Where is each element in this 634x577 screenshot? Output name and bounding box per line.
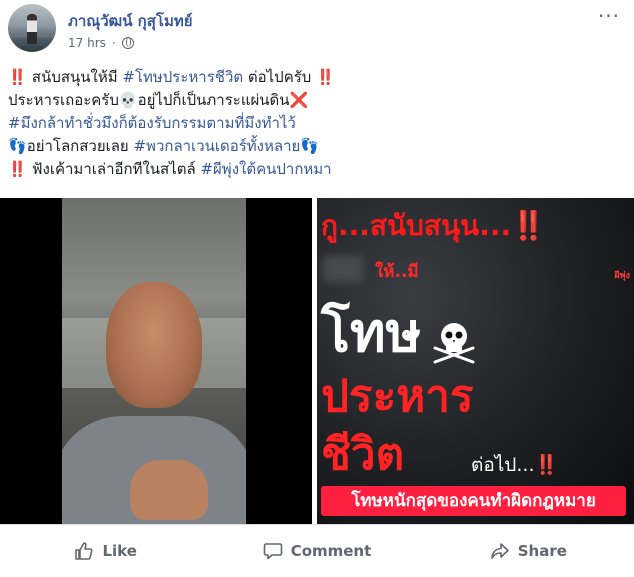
poster-line-3: โทษ — [321, 301, 422, 364]
share-arrow-icon — [490, 543, 509, 559]
skull-crossbones-icon — [433, 323, 475, 364]
post-line-text: อย่าโลกสวยเลย — [26, 137, 134, 155]
author-avatar[interactable] — [8, 4, 56, 52]
thumbs-up-icon — [75, 542, 93, 560]
post-media: กู...สนับสนุน...‼️ ให้..มี ผีพุ่ง โทษ ปร… — [0, 198, 634, 524]
post-timestamp[interactable]: 17 hrs — [68, 36, 106, 50]
poster-line-1-text: กู...สนับสนุน... — [321, 209, 512, 242]
meta-separator: · — [111, 36, 116, 50]
post-meta: 17 hrs · — [68, 36, 134, 50]
post-line-text: ประหารเถอะครับ💀อยู่ไปก็เป็นภาระแผ่นดิน❌ — [8, 91, 309, 109]
video-scene — [62, 198, 246, 524]
poster-line-6-text: ต่อไป... — [471, 454, 535, 476]
post-actions: Like Comment Share — [0, 524, 634, 577]
post-line-5: ‼️ ฟังเค้ามาเล่าอีกทีในสไตล์ #ผีพุ่งใต้ค… — [8, 158, 608, 181]
post-line-suffix: ต่อไปครับ ‼️ — [243, 68, 335, 86]
comment-icon — [263, 543, 282, 560]
footprints-icon: 👣 — [8, 137, 27, 155]
blurred-region — [323, 256, 363, 282]
person-hand — [130, 460, 208, 520]
like-button[interactable]: Like — [0, 525, 211, 577]
double-exclamation-icon: ‼️ — [511, 209, 547, 242]
post-line-2: ประหารเถอะครับ💀อยู่ไปก็เป็นภาระแผ่นดิน❌ — [8, 89, 608, 112]
hashtag-link[interactable]: #มึงกล้าทำชั่วมึงก็ต้องรับกรรมตามที่มึงท… — [8, 114, 296, 132]
post-line-text: ฟังเค้ามาเล่าอีกทีในสไตล์ — [31, 160, 201, 178]
poster-banner: โทษหนักสุดของคนทำผิดกฎหมาย — [321, 486, 626, 516]
post-line-text: สนับสนุนให้มี — [31, 68, 123, 86]
double-exclamation-icon: ‼️ — [534, 454, 559, 476]
post-line-1: ‼️ สนับสนุนให้มี #โทษประหารชีวิต ต่อไปคร… — [8, 66, 608, 89]
comment-button[interactable]: Comment — [211, 525, 422, 577]
double-exclamation-icon: ‼️ — [8, 160, 32, 178]
facebook-post: ภาณุวัฒน์ กุสุโมทย์ 17 hrs · ··· ‼️ สนับ… — [0, 0, 634, 577]
poster-line-4: ประหาร — [321, 371, 474, 422]
poster-corner-label: ผีพุ่ง — [614, 271, 630, 281]
comment-label: Comment — [290, 542, 372, 560]
hashtag-link[interactable]: #ผีพุ่งใต้คนปากหมา — [200, 160, 331, 178]
author-name[interactable]: ภาณุวัฒน์ กุสุโมทย์ — [68, 9, 193, 33]
person-head — [106, 282, 202, 408]
footprints-icon: 👣 — [300, 137, 319, 155]
hashtag-link[interactable]: #พวกลาเวนเดอร์ทั้งหลาย — [133, 137, 300, 155]
hashtag-link[interactable]: #โทษประหารชีวิต — [122, 68, 243, 86]
more-options-icon[interactable]: ··· — [598, 6, 620, 26]
post-text: ‼️ สนับสนุนให้มี #โทษประหารชีวิต ต่อไปคร… — [8, 66, 608, 181]
video-thumbnail[interactable] — [0, 198, 312, 524]
share-button[interactable]: Share — [423, 525, 634, 577]
avatar-figure — [27, 14, 37, 44]
poster-image[interactable]: กู...สนับสนุน...‼️ ให้..มี ผีพุ่ง โทษ ปร… — [317, 198, 634, 524]
post-line-4: 👣อย่าโลกสวยเลย #พวกลาเวนเดอร์ทั้งหลาย👣 — [8, 135, 608, 158]
double-exclamation-icon: ‼️ — [8, 68, 32, 86]
poster-line-1: กู...สนับสนุน...‼️ — [321, 204, 546, 248]
share-label: Share — [517, 542, 567, 560]
like-label: Like — [102, 542, 137, 560]
poster-line-5: ชีวิต — [321, 429, 405, 480]
poster-line-2: ให้..มี — [375, 262, 419, 282]
globe-icon — [121, 37, 134, 49]
post-line-3: #มึงกล้าทำชั่วมึงก็ต้องรับกรรมตามที่มึงท… — [8, 112, 608, 135]
poster-line-6: ต่อไป...‼️ — [471, 450, 558, 480]
